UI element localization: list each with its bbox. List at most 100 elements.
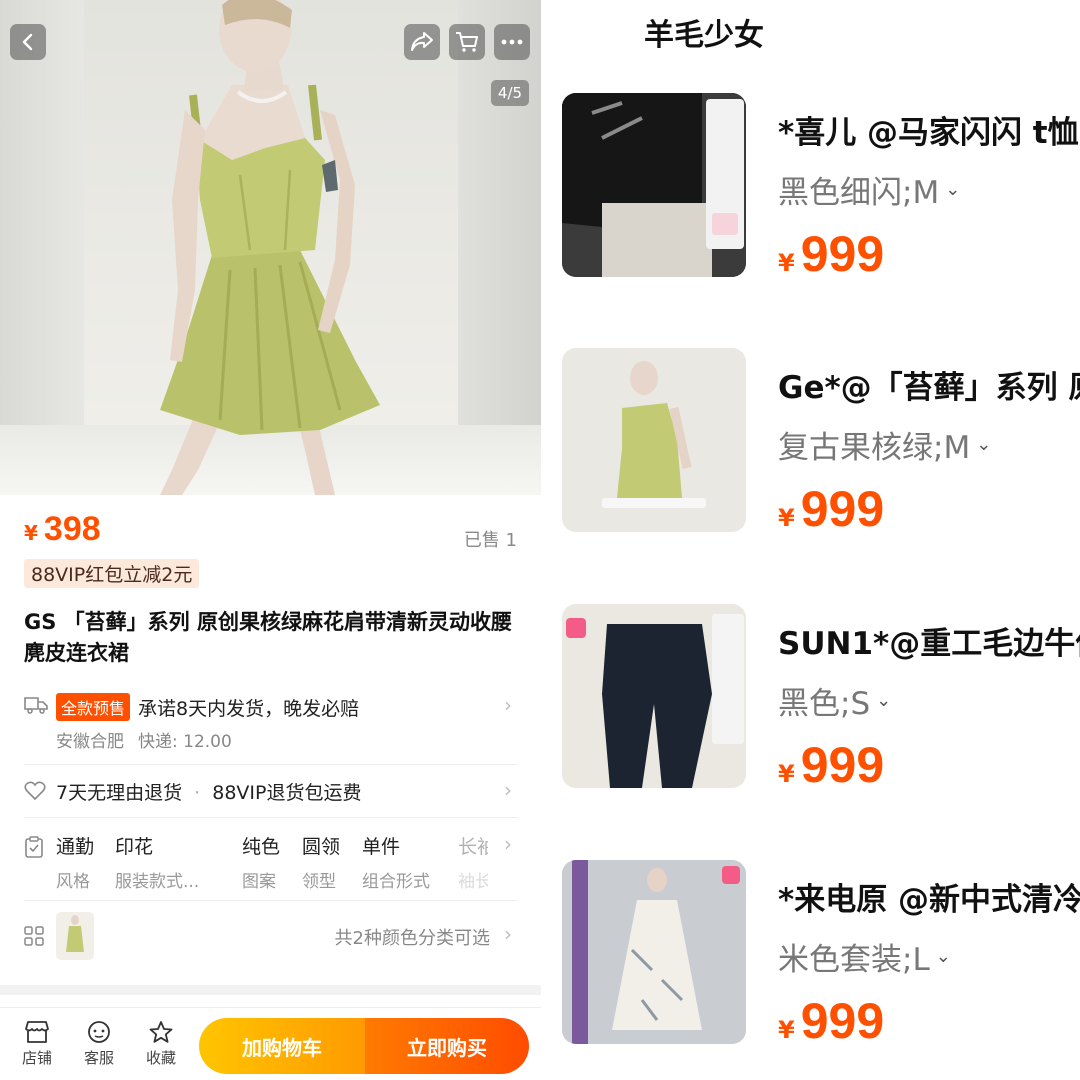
price-amount: 999 — [800, 226, 885, 282]
item-sku-selector[interactable]: 复古果核绿;M ⌄ — [778, 422, 991, 467]
item-price: ¥999 — [778, 225, 884, 283]
item-name: *来电原 @新中式清冷 — [778, 882, 1080, 918]
heart-icon — [24, 781, 46, 801]
item-sku: 黑色细闪;M — [778, 175, 940, 211]
image-counter: 4/5 — [491, 80, 529, 106]
variants-count: 共2种颜色分类可选 — [334, 928, 490, 949]
attr-key: 服装款式... — [115, 872, 200, 892]
chevron-down-icon: ⌄ — [945, 179, 961, 200]
attr-clothing-style: 印花服装款式... — [115, 832, 199, 892]
add-to-cart-button[interactable]: 加购物车 — [199, 1018, 365, 1074]
attr-sleeve: 长袖 袖长 — [458, 832, 488, 892]
attr-key: 图案 — [242, 872, 276, 892]
shop-name: 羊毛少女 — [644, 18, 764, 53]
chevron-down-icon: ⌄ — [876, 690, 892, 711]
item-sku-selector[interactable]: 黑色;S ⌄ — [778, 678, 891, 723]
share-icon — [411, 32, 433, 51]
cart-button[interactable] — [449, 24, 485, 60]
chevron-down-icon: ⌄ — [935, 946, 951, 967]
ship-fee: 快递: 12.00 — [138, 732, 232, 752]
item-thumbnail — [562, 860, 746, 1044]
attr-combination: 单件 组合形式 — [362, 832, 430, 892]
chevron-left-icon — [22, 33, 33, 51]
product-image-gallery[interactable]: 4/5 — [0, 0, 541, 495]
black-tshirt-photo — [562, 93, 746, 277]
chevron-right-icon: › — [504, 922, 512, 946]
item-sku-selector[interactable]: 黑色细闪;M ⌄ — [778, 167, 960, 212]
price-amount: 999 — [800, 481, 885, 537]
price-amount: 398 — [43, 510, 101, 548]
currency-symbol: ¥ — [778, 504, 795, 532]
share-button[interactable] — [404, 24, 440, 60]
returns-row[interactable]: 7天无理由退货 · 88VIP退货包运费 › — [24, 778, 518, 808]
attr-value: 纯色 — [242, 836, 281, 858]
item-name: *喜儿 @马家闪闪 t恤 — [778, 115, 1079, 151]
model-in-green-dress-photo — [160, 0, 380, 495]
bottom-action-bar: 店铺 客服 收藏 加购物车 立即购买 — [0, 1007, 541, 1080]
attr-key: 组合形式 — [362, 872, 430, 892]
green-dress-thumbnail — [66, 915, 84, 952]
clipboard-check-icon — [25, 836, 43, 858]
customer-service-tab[interactable]: 客服 — [79, 1020, 119, 1068]
item-price: ¥999 — [778, 992, 884, 1050]
attr-value: 圆领 — [302, 836, 341, 858]
store-icon — [25, 1021, 49, 1043]
divider — [24, 817, 518, 818]
item-thumbnail — [562, 348, 746, 532]
buy-now-button[interactable]: 立即购买 — [365, 1018, 529, 1074]
product-detail-panel: 4/5 ¥ 398 已售 1 88VIP红包立减2元 GS 「苔藓」系列 原创果… — [0, 0, 541, 1080]
attr-style: 通勤 风格 — [56, 832, 94, 892]
list-item[interactable]: *来电原 @新中式清冷 米色套装;L ⌄ ¥999 — [562, 860, 1080, 1049]
white-dress-photo — [562, 860, 746, 1044]
item-price: ¥999 — [778, 736, 884, 794]
back-button[interactable] — [10, 24, 46, 60]
attr-key: 袖长 — [458, 872, 488, 892]
black-cargo-jeans-photo — [562, 604, 746, 788]
attr-neckline: 圆领 领型 — [302, 832, 340, 892]
shipping-details: 安徽合肥 快递: 12.00 — [56, 727, 232, 752]
service-face-icon — [88, 1021, 110, 1043]
more-button[interactable] — [494, 24, 530, 60]
presale-badge: 全款预售 — [56, 693, 131, 721]
truck-icon — [24, 697, 48, 714]
returns-text: 7天无理由退货 · 88VIP退货包运费 — [56, 778, 361, 805]
item-name: Ge*@「苔藓」系列 原 — [778, 370, 1080, 406]
item-sku-selector[interactable]: 米色套装;L ⌄ — [778, 934, 951, 979]
section-gap — [0, 985, 541, 995]
favorite-tab[interactable]: 收藏 — [141, 1020, 181, 1068]
returns-separator: · — [194, 782, 201, 804]
attributes-row[interactable]: 通勤 风格 印花 服装款式... 纯色 图案 圆领 领型 单件 组合形式 长袖 袖长 › — [24, 832, 518, 892]
chevron-down-icon: ⌄ — [976, 434, 992, 455]
star-icon — [149, 1021, 173, 1043]
item-thumbnail — [562, 604, 746, 788]
variant-thumbnail[interactable] — [56, 912, 94, 960]
product-title: GS 「苔藓」系列 原创果核绿麻花肩带清新灵动收腰麂皮连衣裙 — [24, 610, 512, 665]
item-name: SUN1*@重工毛边牛仔 — [778, 626, 1080, 662]
attr-value: 通勤 — [56, 836, 95, 858]
item-sku: 黑色;S — [778, 686, 871, 722]
shipping-promise-text: 承诺8天内发货，晚发必赔 — [138, 697, 360, 720]
store-tab[interactable]: 店铺 — [17, 1020, 57, 1068]
variants-row[interactable]: 共2种颜色分类可选 › — [24, 912, 518, 960]
favorite-label: 收藏 — [145, 1049, 176, 1067]
service-label: 客服 — [83, 1049, 114, 1067]
sold-count: 已售 1 — [463, 530, 517, 551]
shop-order-list-panel: 羊毛少女 *喜儿 @马家闪闪 t恤 黑色细闪;M ⌄ ¥999 Ge*@「苔藓」… — [541, 0, 1080, 1080]
attr-value: 单件 — [362, 836, 401, 858]
currency-symbol: ¥ — [778, 1016, 795, 1044]
store-label: 店铺 — [21, 1049, 52, 1067]
cart-icon — [456, 32, 478, 52]
vip-promo-badge[interactable]: 88VIP红包立减2元 — [24, 559, 200, 588]
grid-icon — [24, 926, 44, 946]
shipping-promise: 全款预售 承诺8天内发货，晚发必赔 — [56, 693, 359, 721]
list-item[interactable]: *喜儿 @马家闪闪 t恤 黑色细闪;M ⌄ ¥999 — [562, 93, 1080, 282]
price: ¥ 398 — [24, 510, 101, 549]
returns-policy: 7天无理由退货 — [56, 782, 183, 804]
item-sku: 复古果核绿;M — [778, 430, 971, 466]
shipping-row[interactable]: 全款预售 承诺8天内发货，晚发必赔 安徽合肥 快递: 12.00 › — [24, 693, 518, 757]
currency-symbol: ¥ — [778, 249, 795, 277]
list-item[interactable]: Ge*@「苔藓」系列 原 复古果核绿;M ⌄ ¥999 — [562, 348, 1080, 537]
list-item[interactable]: SUN1*@重工毛边牛仔 黑色;S ⌄ ¥999 — [562, 604, 1080, 793]
attr-value: 印花 — [115, 836, 154, 858]
attr-pattern: 纯色 图案 — [242, 832, 280, 892]
